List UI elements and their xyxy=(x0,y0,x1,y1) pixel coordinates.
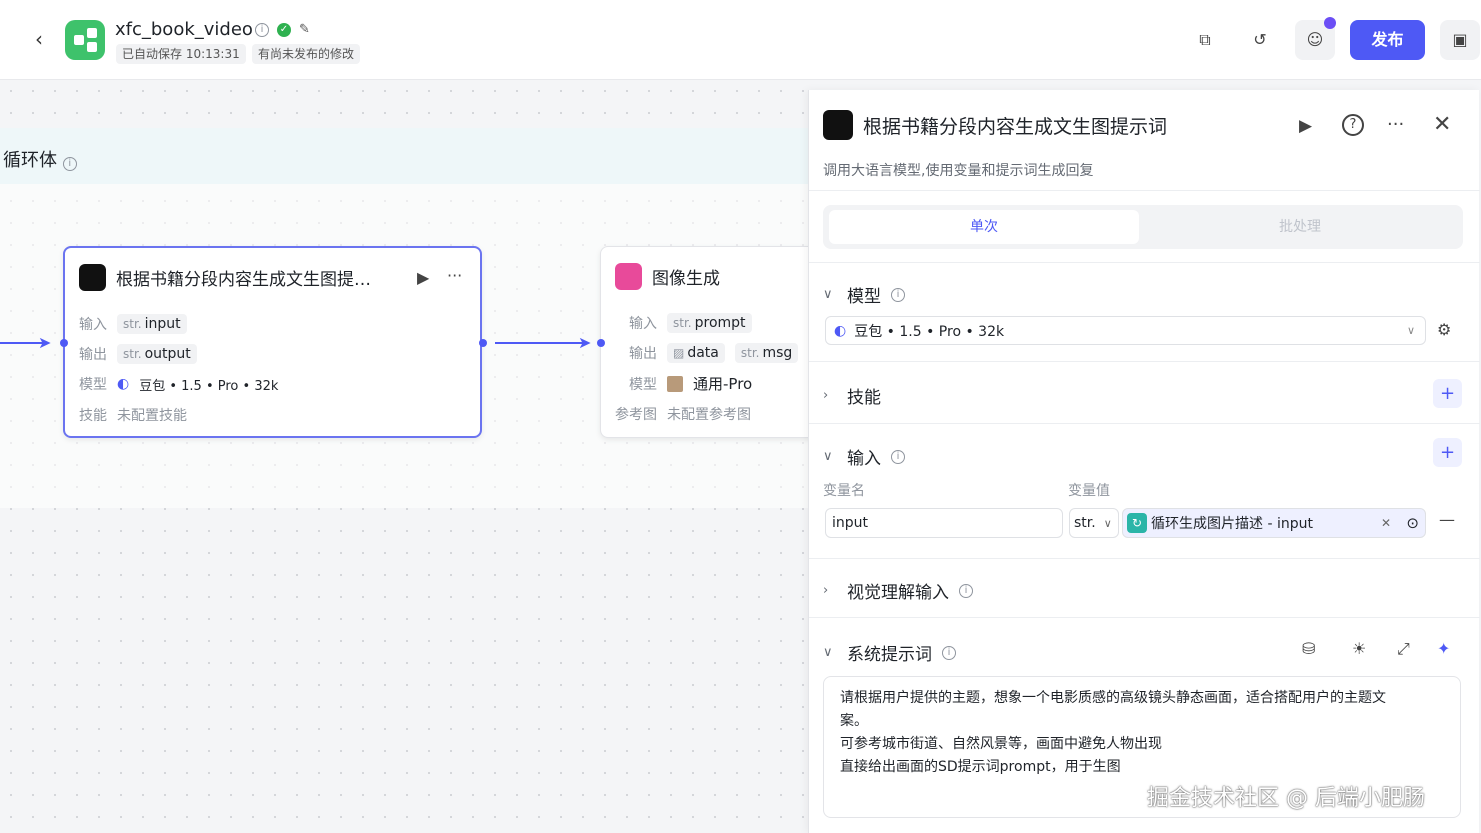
info-icon[interactable]: i xyxy=(255,22,269,37)
skill-section-header[interactable]: › 技能 xyxy=(823,383,881,408)
doubao-icon: ◐ xyxy=(117,376,130,392)
connector-line xyxy=(495,342,583,344)
gear-icon[interactable]: ⚙ xyxy=(1437,320,1451,339)
chevron-down-icon: ∨ xyxy=(1406,324,1415,337)
output-port[interactable] xyxy=(479,339,487,347)
input-label: 输入 xyxy=(79,317,107,333)
template-library-icon[interactable]: ⛁ xyxy=(1302,639,1315,658)
panel-description: 调用大语言模型,使用变量和提示词生成回复 xyxy=(823,163,1094,179)
model-label: 模型 xyxy=(79,377,107,393)
add-skill-button[interactable]: + xyxy=(1433,379,1462,408)
help-icon[interactable]: ? xyxy=(1342,114,1364,136)
mode-tabs: 单次 批处理 xyxy=(823,205,1463,249)
arrow-icon: ➤ xyxy=(38,333,52,352)
tab-batch[interactable]: 批处理 xyxy=(1145,210,1455,244)
info-icon: i xyxy=(959,583,973,598)
arrow-icon: ➤ xyxy=(578,333,592,352)
col-value-header: 变量值 xyxy=(1068,483,1110,499)
watermark: 掘金技术社区 @ 后端小肥肠 xyxy=(1147,786,1425,811)
node-config-panel: 根据书籍分段内容生成文生图提示词 ▶ ? ··· ✕ 调用大语言模型,使用变量和… xyxy=(808,90,1480,833)
output-chip: ▨ data xyxy=(667,343,725,363)
edit-icon[interactable]: ✎ xyxy=(299,22,310,37)
input-label: 输入 xyxy=(629,316,657,332)
notification-badge xyxy=(1324,17,1336,29)
close-icon[interactable]: ✕ xyxy=(1433,112,1451,137)
workflow-canvas[interactable]: 循环体 i ➤ ➤ 根据书籍分段内容生成文生图提… ▶ ··· 输入 str. in… xyxy=(0,80,830,833)
top-bar: ‹ xfc_book_video i ✓ ✎ 已自动保存 10:13:31 有尚… xyxy=(0,0,1481,80)
info-icon: i xyxy=(891,287,905,302)
chevron-down-icon: ∨ xyxy=(823,645,833,660)
model-select[interactable]: ◐ 豆包 • 1.5 • Pro • 32k ∨ xyxy=(825,316,1426,345)
llm-node[interactable]: 根据书籍分段内容生成文生图提… ▶ ··· 输入 str. input 输出 str.… xyxy=(63,246,482,438)
vision-section-header[interactable]: › 视觉理解输入 i xyxy=(823,578,973,603)
add-input-button[interactable]: + xyxy=(1433,438,1462,467)
run-icon[interactable]: ▶ xyxy=(417,268,429,287)
col-name-header: 变量名 xyxy=(823,483,865,499)
node-title: 根据书籍分段内容生成文生图提… xyxy=(116,270,371,290)
skill-value: 未配置技能 xyxy=(117,408,187,424)
workflow-title: xfc_book_video xyxy=(115,19,253,40)
input-chip: str. input xyxy=(117,314,187,334)
input-port[interactable] xyxy=(597,339,605,347)
target-icon[interactable]: ⊙ xyxy=(1406,514,1419,532)
output-label: 输出 xyxy=(629,346,657,362)
info-icon[interactable]: i xyxy=(62,157,77,171)
info-icon: i xyxy=(942,645,956,660)
chevron-down-icon: ∨ xyxy=(1103,516,1112,530)
node-title: 图像生成 xyxy=(652,269,720,289)
app-logo-icon xyxy=(65,20,105,60)
more-icon[interactable]: ··· xyxy=(447,266,462,285)
output-chip: str. output xyxy=(117,344,197,364)
input-chip: str. prompt xyxy=(667,313,752,333)
chevron-down-icon: ∨ xyxy=(823,449,833,464)
model-section-header[interactable]: ∨ 模型 i xyxy=(823,282,905,307)
doubao-icon: ◐ xyxy=(834,322,847,339)
tab-single[interactable]: 单次 xyxy=(829,210,1139,244)
llm-icon xyxy=(79,264,106,291)
var-ref-select[interactable]: ↻ 循环生成图片描述 - input ✕ ⊙ xyxy=(1122,508,1426,538)
model-thumbnail xyxy=(667,375,683,392)
ai-optimize-icon[interactable]: ✦ xyxy=(1437,639,1450,658)
panel-title: 根据书籍分段内容生成文生图提示词 xyxy=(863,115,1168,138)
chevron-down-icon: ∨ xyxy=(823,287,833,302)
info-icon: i xyxy=(891,449,905,464)
clear-icon[interactable]: ✕ xyxy=(1381,516,1391,530)
input-section-header[interactable]: ∨ 输入 i xyxy=(823,444,905,469)
copy-icon[interactable]: ⧉ xyxy=(1185,20,1225,60)
ref-label: 参考图 xyxy=(615,407,657,423)
var-name-input[interactable]: input xyxy=(825,508,1063,538)
publish-button[interactable]: 发布 xyxy=(1350,20,1425,60)
output-label: 输出 xyxy=(79,347,107,363)
check-icon: ✓ xyxy=(277,22,291,37)
var-type-select[interactable]: str. ∨ xyxy=(1069,508,1119,538)
chevron-right-icon: › xyxy=(823,388,829,403)
back-arrow-icon[interactable]: ‹ xyxy=(28,28,50,50)
loop-title: 循环体 xyxy=(3,150,57,171)
unpublished-badge: 有尚未发布的修改 xyxy=(252,44,361,64)
skill-label: 技能 xyxy=(79,408,107,424)
model-label: 模型 xyxy=(629,376,657,393)
chevron-right-icon: › xyxy=(823,583,829,598)
image-icon xyxy=(615,263,642,290)
input-port[interactable] xyxy=(60,339,68,347)
more-icon[interactable]: ··· xyxy=(1387,114,1404,135)
model-value: 豆包 • 1.5 • Pro • 32k xyxy=(139,378,279,394)
history-icon[interactable]: ↺ xyxy=(1240,20,1280,60)
remove-input-icon[interactable]: — xyxy=(1439,510,1455,529)
image-gen-node[interactable]: 图像生成 输入 str. prompt 输出 ▨ data str. msg 模型 通用-Pr… xyxy=(600,246,830,438)
output-chip: str. msg xyxy=(734,343,799,363)
loop-header xyxy=(0,128,808,184)
autosave-badge: 已自动保存 10:13:31 xyxy=(116,44,246,64)
panel-toggle-icon[interactable]: ▣ xyxy=(1440,20,1480,60)
system-prompt-header[interactable]: ∨ 系统提示词 i xyxy=(823,640,956,665)
model-value: 通用-Pro xyxy=(693,375,753,393)
lightbulb-icon[interactable]: ☀ xyxy=(1352,639,1366,658)
ref-value: 未配置参考图 xyxy=(667,407,751,423)
run-icon[interactable]: ▶ xyxy=(1299,116,1312,136)
expand-icon[interactable]: ⤢ xyxy=(1397,639,1410,659)
loop-icon: ↻ xyxy=(1127,513,1147,533)
llm-icon xyxy=(823,110,853,140)
